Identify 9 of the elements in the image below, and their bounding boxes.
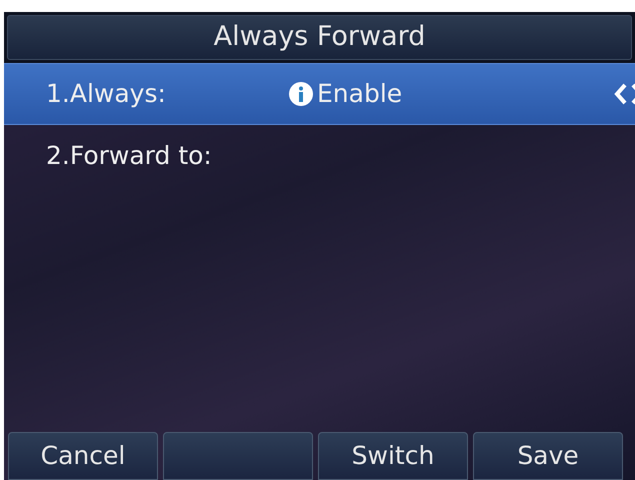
softkey-button[interactable]: Switch	[318, 432, 468, 480]
setting-row[interactable]: 2.Forward to:	[4, 125, 635, 187]
screen-title: Always Forward	[214, 20, 426, 54]
softkey-button[interactable]: Save	[473, 432, 623, 480]
setting-value: Enable	[317, 78, 402, 110]
setting-label: 1.Always:	[46, 78, 167, 110]
setting-label: 2.Forward to:	[46, 140, 213, 172]
setting-row[interactable]: 1.Always: Enable	[4, 63, 635, 125]
softkey-button[interactable]: Cancel	[8, 432, 158, 480]
